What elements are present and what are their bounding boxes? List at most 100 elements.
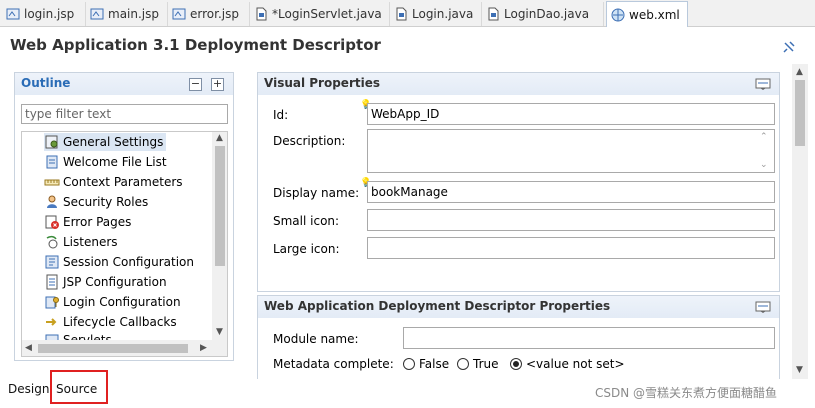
- dd-properties-section: Web Application Deployment Descriptor Pr…: [257, 295, 780, 379]
- section-header: Visual Properties: [258, 73, 779, 95]
- jsp-file-icon: [172, 8, 186, 20]
- tree-item-jsp-configuration[interactable]: JSP Configuration: [44, 273, 170, 291]
- tree-item-label: Login Configuration: [63, 295, 181, 309]
- radio-true[interactable]: True: [457, 357, 499, 371]
- tree-item-label: Session Configuration: [63, 255, 194, 269]
- java-file-icon: [256, 7, 267, 21]
- scroll-thumb[interactable]: [38, 344, 188, 353]
- scroll-down-arrow[interactable]: ⌄: [760, 159, 768, 171]
- section-title: Visual Properties: [264, 76, 380, 90]
- outline-title: Outline: [21, 76, 71, 90]
- radio-indicator: [510, 358, 522, 370]
- close-icon[interactable]: ✕: [686, 8, 687, 21]
- editor-tab-bar: login.jsp main.jsp error.jsp *LoginServl…: [0, 0, 815, 27]
- tab-label: login.jsp: [24, 7, 75, 21]
- description-field[interactable]: [367, 129, 775, 173]
- tree-item-label: JSP Configuration: [63, 275, 167, 289]
- expand-all-button[interactable]: +: [211, 78, 224, 91]
- tree-item-general-settings[interactable]: General Settings: [44, 133, 167, 151]
- tree-item-label: Context Parameters: [63, 175, 183, 189]
- tree-item-label: General Settings: [63, 135, 164, 149]
- tab-label: LoginDao.java: [504, 7, 590, 21]
- tree-item-label: Error Pages: [63, 215, 132, 229]
- tab-design[interactable]: Design: [8, 382, 49, 396]
- listeners-icon: [46, 235, 58, 249]
- visual-properties-section: Visual Properties Id: 💡 WebApp_ID Descri…: [257, 72, 780, 292]
- session-config-icon: [45, 255, 59, 269]
- outline-tree: General Settings Welcome File List Conte…: [21, 131, 228, 357]
- lifecycle-icon: [46, 318, 57, 326]
- error-pages-icon: [45, 215, 59, 229]
- tree-item-lifecycle-callbacks[interactable]: Lifecycle Callbacks: [44, 313, 180, 331]
- module-name-label: Module name:: [273, 332, 359, 346]
- scroll-up-arrow[interactable]: ▲: [796, 66, 803, 78]
- tree-vertical-scrollbar[interactable]: ▲ ▼: [212, 132, 227, 340]
- scroll-thumb[interactable]: [215, 146, 225, 266]
- tab-label: *LoginServlet.java: [272, 7, 382, 21]
- tree-item-listeners[interactable]: Listeners: [44, 233, 121, 251]
- radio-label: True: [473, 357, 499, 371]
- welcome-file-icon: [46, 155, 58, 169]
- help-icon[interactable]: [755, 301, 771, 314]
- outline-header: Outline − +: [15, 73, 233, 95]
- small-icon-label: Small icon:: [273, 214, 340, 228]
- tree-item-label: Welcome File List: [63, 155, 167, 169]
- tree-item-welcome-file-list[interactable]: Welcome File List: [44, 153, 170, 171]
- tree-item-label: Security Roles: [63, 195, 149, 209]
- scroll-down-arrow[interactable]: ▼: [216, 326, 223, 338]
- radio-label: <value not set>: [526, 357, 625, 371]
- tab-login-jsp[interactable]: login.jsp: [2, 2, 86, 26]
- jsp-file-icon: [90, 8, 104, 20]
- tab-web-xml[interactable]: web.xml ✕: [606, 1, 688, 27]
- description-label: Description:: [273, 134, 346, 148]
- security-roles-icon: [47, 195, 57, 208]
- scroll-up-arrow[interactable]: ⌃: [760, 131, 768, 143]
- deployment-descriptor-editor: Web Application 3.1 Deployment Descripto…: [0, 27, 815, 408]
- help-icon[interactable]: [755, 78, 771, 91]
- scroll-thumb[interactable]: [795, 80, 805, 146]
- radio-value-not-set[interactable]: <value not set>: [510, 357, 625, 371]
- settings-icon: [45, 135, 58, 149]
- tab-main-jsp[interactable]: main.jsp: [86, 2, 168, 26]
- radio-label: False: [419, 357, 450, 371]
- tree-item-error-pages[interactable]: Error Pages: [44, 213, 134, 231]
- jsp-config-icon: [46, 274, 58, 290]
- radio-false[interactable]: False: [403, 357, 449, 371]
- section-header: Web Application Deployment Descriptor Pr…: [258, 296, 779, 318]
- java-file-icon: [488, 7, 499, 21]
- tree-horizontal-scrollbar[interactable]: ◀ ▶: [22, 340, 227, 356]
- metadata-complete-label: Metadata complete:: [273, 357, 394, 371]
- scroll-up-arrow[interactable]: ▲: [216, 132, 223, 144]
- tree-item-context-parameters[interactable]: Context Parameters: [44, 173, 186, 191]
- scroll-down-arrow[interactable]: ▼: [796, 364, 803, 376]
- tree-item-security-roles[interactable]: Security Roles: [44, 193, 151, 211]
- radio-indicator: [457, 358, 469, 370]
- context-params-icon: [44, 179, 60, 186]
- tree-item-session-configuration[interactable]: Session Configuration: [44, 253, 197, 271]
- filter-input[interactable]: [21, 104, 228, 124]
- tab-login-java[interactable]: Login.java: [390, 2, 482, 26]
- java-file-icon: [396, 7, 407, 21]
- page-title: Web Application 3.1 Deployment Descripto…: [10, 36, 381, 54]
- tab-error-jsp[interactable]: error.jsp: [168, 2, 250, 26]
- collapse-all-button[interactable]: −: [189, 78, 202, 91]
- watermark: CSDN @雪糕关东煮方便面糖醋鱼: [595, 386, 778, 400]
- id-field[interactable]: WebApp_ID: [367, 103, 775, 125]
- tab-label: main.jsp: [108, 7, 159, 21]
- scroll-left-arrow[interactable]: ◀: [25, 342, 32, 354]
- jsp-file-icon: [6, 8, 20, 20]
- tab-logindao-java[interactable]: LoginDao.java: [482, 2, 604, 26]
- tab-loginservlet-java[interactable]: *LoginServlet.java: [250, 2, 390, 26]
- small-icon-field[interactable]: [367, 209, 775, 231]
- editor-vertical-scrollbar[interactable]: ▲ ▼: [792, 64, 808, 379]
- scroll-right-arrow[interactable]: ▶: [200, 342, 207, 354]
- source-tab-highlight: [50, 370, 108, 404]
- display-name-label: Display name:: [273, 186, 360, 200]
- tree-item-login-configuration[interactable]: Login Configuration: [44, 293, 184, 311]
- module-name-field[interactable]: [403, 327, 775, 349]
- pin-icon[interactable]: [782, 40, 796, 54]
- large-icon-field[interactable]: [367, 237, 775, 259]
- display-name-field[interactable]: bookManage: [367, 181, 775, 203]
- outline-panel: Outline − + General Settings Welcome Fil…: [14, 72, 234, 361]
- tab-label: web.xml: [629, 7, 680, 22]
